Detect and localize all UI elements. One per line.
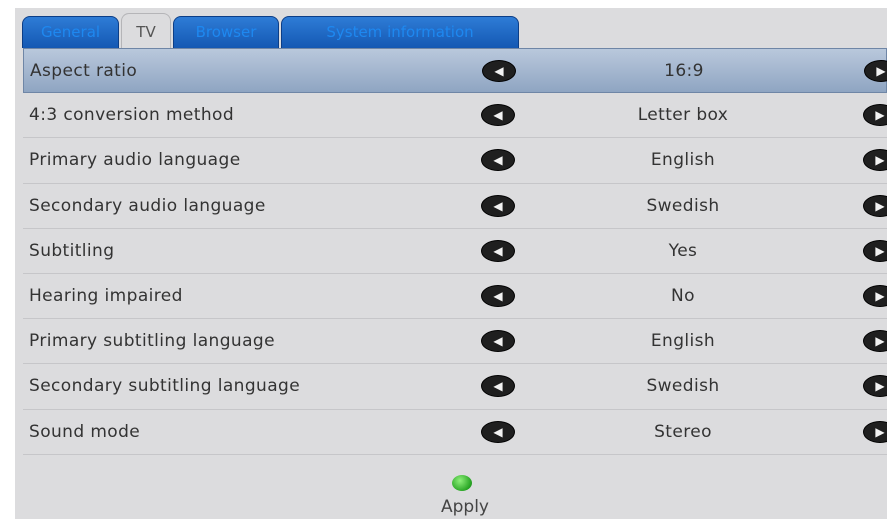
right-arrow-icon[interactable]: ▶ (863, 375, 887, 398)
left-arrow-icon[interactable]: ◀ (481, 330, 515, 353)
setting-value: Letter box (637, 105, 729, 126)
setting-value: Swedish (646, 195, 720, 216)
setting-row-secondary-subtitling-language[interactable]: Secondary subtitling language ◀ Swedish … (23, 364, 887, 410)
right-arrow-icon[interactable]: ▶ (863, 330, 887, 353)
tab-tv[interactable]: TV (121, 13, 171, 48)
right-arrow-icon[interactable]: ▶ (863, 194, 887, 217)
setting-row-aspect-ratio[interactable]: Aspect ratio ◀ 16:9 ▶ (23, 48, 887, 94)
tab-bar: General TV Browser System information (15, 8, 887, 48)
setting-row-sound-mode[interactable]: Sound mode ◀ Stereo ▶ (23, 410, 887, 455)
left-arrow-icon[interactable]: ◀ (481, 194, 515, 217)
setting-value: English (650, 150, 716, 171)
setting-row-hearing-impaired[interactable]: Hearing impaired ◀ No ▶ (23, 274, 887, 320)
left-arrow-icon[interactable]: ◀ (482, 60, 516, 82)
setting-value: No (671, 285, 695, 306)
setting-label: Primary subtitling language (29, 331, 275, 352)
setting-label: Hearing impaired (29, 285, 183, 306)
setting-row-primary-audio-language[interactable]: Primary audio language ◀ English ▶ (23, 138, 887, 184)
setting-label: Secondary audio language (29, 195, 266, 216)
left-arrow-icon[interactable]: ◀ (481, 420, 515, 443)
left-arrow-icon[interactable]: ◀ (481, 284, 515, 307)
setting-label: 4:3 conversion method (29, 105, 235, 126)
setting-label: Secondary subtitling language (29, 376, 301, 397)
left-arrow-icon[interactable]: ◀ (481, 104, 515, 127)
setting-value: English (650, 331, 716, 352)
setting-value: Yes (668, 240, 698, 261)
apply-button[interactable]: Apply (415, 497, 515, 517)
setting-value: Swedish (646, 376, 720, 397)
right-arrow-icon[interactable]: ▶ (863, 420, 887, 443)
right-arrow-icon[interactable]: ▶ (863, 239, 887, 262)
setting-label: Subtitling (29, 240, 115, 261)
setting-row-primary-subtitling-language[interactable]: Primary subtitling language ◀ English ▶ (23, 319, 887, 365)
left-arrow-icon[interactable]: ◀ (481, 375, 515, 398)
green-status-led-icon[interactable] (452, 475, 472, 491)
setting-row-subtitling[interactable]: Subtitling ◀ Yes ▶ (23, 229, 887, 274)
setting-label: Aspect ratio (30, 61, 138, 81)
setting-value: 16:9 (664, 61, 704, 81)
right-arrow-icon[interactable]: ▶ (863, 149, 887, 172)
tab-system-information[interactable]: System information (281, 16, 519, 48)
right-arrow-icon[interactable]: ▶ (863, 104, 887, 127)
left-arrow-icon[interactable]: ◀ (481, 149, 515, 172)
right-arrow-icon[interactable]: ▶ (863, 284, 887, 307)
setting-label: Sound mode (29, 421, 141, 442)
setting-row-secondary-audio-language[interactable]: Secondary audio language ◀ Swedish ▶ (23, 184, 887, 229)
setting-value: Stereo (654, 421, 712, 442)
setting-row-conversion-method[interactable]: 4:3 conversion method ◀ Letter box ▶ (23, 93, 887, 139)
tab-browser[interactable]: Browser (173, 16, 279, 48)
settings-list: Aspect ratio ◀ 16:9 ▶ 4:3 conversion met… (23, 48, 887, 455)
tab-general[interactable]: General (22, 16, 119, 48)
setting-label: Primary audio language (29, 150, 241, 171)
settings-panel: General TV Browser System information As… (15, 8, 887, 519)
right-arrow-icon[interactable]: ▶ (864, 60, 887, 82)
left-arrow-icon[interactable]: ◀ (481, 239, 515, 262)
